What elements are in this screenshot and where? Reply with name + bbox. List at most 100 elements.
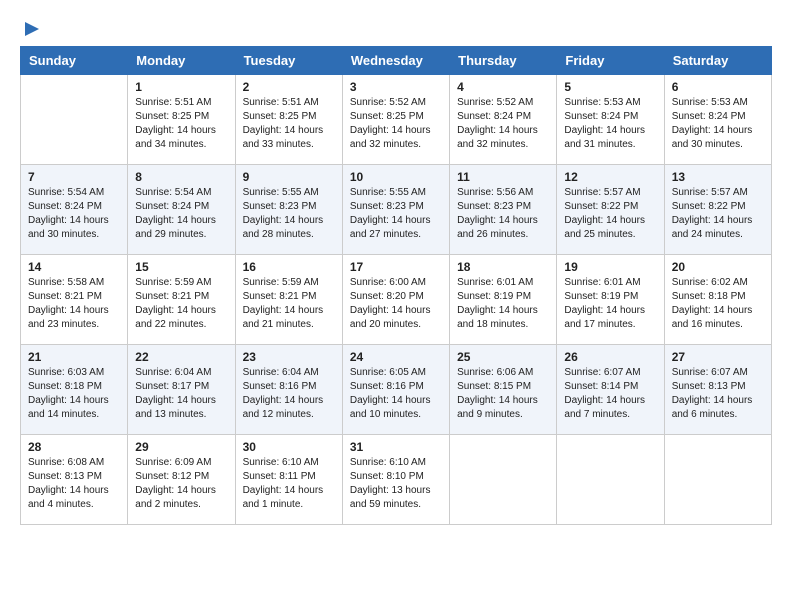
day-number: 12 (564, 170, 656, 184)
day-number: 31 (350, 440, 442, 454)
logo-arrow-icon (21, 18, 43, 40)
calendar-cell: 19Sunrise: 6:01 AM Sunset: 8:19 PM Dayli… (557, 255, 664, 345)
day-number: 14 (28, 260, 120, 274)
cell-info: Sunrise: 5:57 AM Sunset: 8:22 PM Dayligh… (564, 186, 656, 242)
cell-info: Sunrise: 5:58 AM Sunset: 8:21 PM Dayligh… (28, 276, 120, 332)
calendar-cell: 2 Sunrise: 5:51 AM Sunset: 8:25 PM Daylig… (235, 75, 342, 165)
calendar-cell: 4Sunrise: 5:52 AM Sunset: 8:24 PM Daylig… (450, 75, 557, 165)
day-number: 16 (243, 260, 335, 274)
day-number: 8 (135, 170, 227, 184)
calendar-cell: 9 Sunrise: 5:55 AM Sunset: 8:23 PM Daylig… (235, 165, 342, 255)
day-number: 11 (457, 170, 549, 184)
calendar-cell: 25Sunrise: 6:06 AM Sunset: 8:15 PM Dayli… (450, 345, 557, 435)
calendar-cell: 10 Sunrise: 5:55 AM Sunset: 8:23 PM Dayli… (342, 165, 449, 255)
cell-info: Sunrise: 6:09 AM Sunset: 8:12 PM Dayligh… (135, 456, 227, 512)
day-number: 23 (243, 350, 335, 364)
day-number: 6 (672, 80, 764, 94)
calendar-cell: 13 Sunrise: 5:57 AM Sunset: 8:22 PM Dayli… (664, 165, 771, 255)
calendar-cell: 21 Sunrise: 6:03 AM Sunset: 8:18 PM Dayli… (21, 345, 128, 435)
day-number: 17 (350, 260, 442, 274)
dow-header-monday: Monday (128, 47, 235, 75)
cell-info: Sunrise: 6:07 AM Sunset: 8:13 PM Dayligh… (672, 366, 764, 422)
calendar-cell (450, 435, 557, 525)
dow-header-friday: Friday (557, 47, 664, 75)
cell-info: Sunrise: 6:04 AM Sunset: 8:16 PM Dayligh… (243, 366, 335, 422)
logo (20, 20, 43, 36)
calendar-cell: 8 Sunrise: 5:54 AM Sunset: 8:24 PM Daylig… (128, 165, 235, 255)
day-number: 29 (135, 440, 227, 454)
day-number: 21 (28, 350, 120, 364)
cell-info: Sunrise: 5:53 AM Sunset: 8:24 PM Dayligh… (564, 96, 656, 152)
cell-info: Sunrise: 5:51 AM Sunset: 8:25 PM Dayligh… (135, 96, 227, 152)
calendar-cell: 7 Sunrise: 5:54 AM Sunset: 8:24 PM Daylig… (21, 165, 128, 255)
cell-info: Sunrise: 6:03 AM Sunset: 8:18 PM Dayligh… (28, 366, 120, 422)
day-number: 22 (135, 350, 227, 364)
page-header (20, 20, 772, 36)
cell-info: Sunrise: 5:55 AM Sunset: 8:23 PM Dayligh… (350, 186, 442, 242)
calendar-cell: 31 Sunrise: 6:10 AM Sunset: 8:10 PM Dayli… (342, 435, 449, 525)
cell-info: Sunrise: 5:57 AM Sunset: 8:22 PM Dayligh… (672, 186, 764, 242)
calendar-cell: 27Sunrise: 6:07 AM Sunset: 8:13 PM Dayli… (664, 345, 771, 435)
calendar-table: SundayMondayTuesdayWednesdayThursdayFrid… (20, 46, 772, 525)
calendar-cell: 3 Sunrise: 5:52 AM Sunset: 8:25 PM Daylig… (342, 75, 449, 165)
cell-info: Sunrise: 5:54 AM Sunset: 8:24 PM Dayligh… (135, 186, 227, 242)
cell-info: Sunrise: 5:59 AM Sunset: 8:21 PM Dayligh… (243, 276, 335, 332)
day-number: 28 (28, 440, 120, 454)
day-number: 30 (243, 440, 335, 454)
calendar-cell: 23 Sunrise: 6:04 AM Sunset: 8:16 PM Dayli… (235, 345, 342, 435)
day-number: 26 (564, 350, 656, 364)
cell-info: Sunrise: 5:52 AM Sunset: 8:25 PM Dayligh… (350, 96, 442, 152)
cell-info: Sunrise: 5:55 AM Sunset: 8:23 PM Dayligh… (243, 186, 335, 242)
day-number: 18 (457, 260, 549, 274)
day-number: 13 (672, 170, 764, 184)
cell-info: Sunrise: 6:02 AM Sunset: 8:18 PM Dayligh… (672, 276, 764, 332)
calendar-cell: 18 Sunrise: 6:01 AM Sunset: 8:19 PM Dayli… (450, 255, 557, 345)
calendar-cell: 28 Sunrise: 6:08 AM Sunset: 8:13 PM Dayli… (21, 435, 128, 525)
cell-info: Sunrise: 6:06 AM Sunset: 8:15 PM Dayligh… (457, 366, 549, 422)
cell-info: Sunrise: 6:10 AM Sunset: 8:11 PM Dayligh… (243, 456, 335, 512)
cell-info: Sunrise: 6:01 AM Sunset: 8:19 PM Dayligh… (457, 276, 549, 332)
cell-info: Sunrise: 6:01 AM Sunset: 8:19 PM Dayligh… (564, 276, 656, 332)
calendar-cell: 14 Sunrise: 5:58 AM Sunset: 8:21 PM Dayli… (21, 255, 128, 345)
cell-info: Sunrise: 6:10 AM Sunset: 8:10 PM Dayligh… (350, 456, 442, 512)
calendar-cell: 24 Sunrise: 6:05 AM Sunset: 8:16 PM Dayli… (342, 345, 449, 435)
day-number: 24 (350, 350, 442, 364)
day-number: 15 (135, 260, 227, 274)
day-number: 5 (564, 80, 656, 94)
calendar-cell: 12 Sunrise: 5:57 AM Sunset: 8:22 PM Dayli… (557, 165, 664, 255)
cell-info: Sunrise: 6:07 AM Sunset: 8:14 PM Dayligh… (564, 366, 656, 422)
cell-info: Sunrise: 6:05 AM Sunset: 8:16 PM Dayligh… (350, 366, 442, 422)
cell-info: Sunrise: 5:52 AM Sunset: 8:24 PM Dayligh… (457, 96, 549, 152)
cell-info: Sunrise: 5:53 AM Sunset: 8:24 PM Dayligh… (672, 96, 764, 152)
calendar-cell: 11 Sunrise: 5:56 AM Sunset: 8:23 PM Dayli… (450, 165, 557, 255)
cell-info: Sunrise: 5:56 AM Sunset: 8:23 PM Dayligh… (457, 186, 549, 242)
day-number: 9 (243, 170, 335, 184)
calendar-cell: 1 Sunrise: 5:51 AM Sunset: 8:25 PM Daylig… (128, 75, 235, 165)
cell-info: Sunrise: 5:59 AM Sunset: 8:21 PM Dayligh… (135, 276, 227, 332)
cell-info: Sunrise: 5:54 AM Sunset: 8:24 PM Dayligh… (28, 186, 120, 242)
calendar-cell: 22 Sunrise: 6:04 AM Sunset: 8:17 PM Dayli… (128, 345, 235, 435)
dow-header-tuesday: Tuesday (235, 47, 342, 75)
calendar-cell: 6 Sunrise: 5:53 AM Sunset: 8:24 PM Daylig… (664, 75, 771, 165)
calendar-cell: 16 Sunrise: 5:59 AM Sunset: 8:21 PM Dayli… (235, 255, 342, 345)
day-number: 3 (350, 80, 442, 94)
calendar-cell: 20 Sunrise: 6:02 AM Sunset: 8:18 PM Dayli… (664, 255, 771, 345)
day-number: 7 (28, 170, 120, 184)
cell-info: Sunrise: 6:00 AM Sunset: 8:20 PM Dayligh… (350, 276, 442, 332)
dow-header-wednesday: Wednesday (342, 47, 449, 75)
calendar-cell: 15 Sunrise: 5:59 AM Sunset: 8:21 PM Dayli… (128, 255, 235, 345)
dow-header-sunday: Sunday (21, 47, 128, 75)
calendar-cell: 30 Sunrise: 6:10 AM Sunset: 8:11 PM Dayli… (235, 435, 342, 525)
calendar-cell (664, 435, 771, 525)
cell-info: Sunrise: 5:51 AM Sunset: 8:25 PM Dayligh… (243, 96, 335, 152)
calendar-cell (21, 75, 128, 165)
cell-info: Sunrise: 6:08 AM Sunset: 8:13 PM Dayligh… (28, 456, 120, 512)
cell-info: Sunrise: 6:04 AM Sunset: 8:17 PM Dayligh… (135, 366, 227, 422)
dow-header-thursday: Thursday (450, 47, 557, 75)
day-number: 2 (243, 80, 335, 94)
day-number: 20 (672, 260, 764, 274)
day-number: 10 (350, 170, 442, 184)
calendar-cell: 5 Sunrise: 5:53 AM Sunset: 8:24 PM Daylig… (557, 75, 664, 165)
calendar-cell: 29 Sunrise: 6:09 AM Sunset: 8:12 PM Dayli… (128, 435, 235, 525)
day-number: 1 (135, 80, 227, 94)
